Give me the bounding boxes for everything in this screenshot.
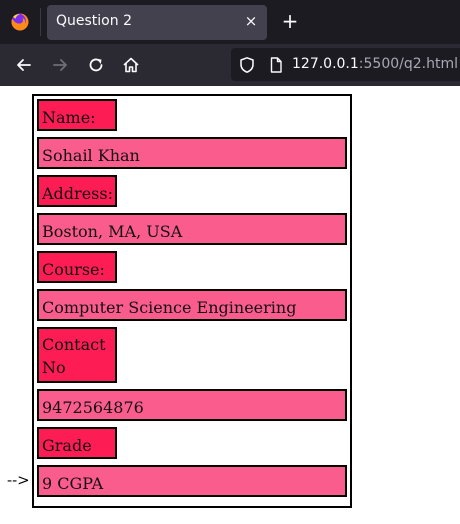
contact-label-line2: No <box>42 358 66 377</box>
back-arrow-icon[interactable] <box>14 55 34 75</box>
firefox-icon[interactable] <box>11 13 29 31</box>
student-info-form: Name: Sohail Khan Address: Boston, MA, U… <box>32 94 352 508</box>
grade-value: 9 CGPA <box>37 465 347 497</box>
url-path: :5500/q2.html <box>358 56 458 72</box>
page-icon[interactable] <box>267 56 285 74</box>
contact-label-line1: Contact <box>42 335 106 354</box>
tab-question-2[interactable]: Question 2 × <box>47 5 267 40</box>
name-value: Sohail Khan <box>37 137 347 169</box>
address-label: Address: <box>37 175 117 207</box>
grade-label: Grade <box>37 427 117 459</box>
contact-label: Contact No <box>37 327 117 383</box>
contact-value: 9472564876 <box>37 389 347 421</box>
url-text[interactable]: 127.0.0.1:5500/q2.html <box>292 56 458 72</box>
close-tab-icon[interactable]: × <box>244 11 258 31</box>
tab-bar: Question 2 × + <box>0 0 460 44</box>
url-host: 127.0.0.1 <box>292 56 359 72</box>
address-value: Boston, MA, USA <box>37 213 347 245</box>
course-label: Course: <box>37 251 117 283</box>
pointer-arrow: --> <box>7 471 30 489</box>
home-icon[interactable] <box>121 55 141 75</box>
forward-arrow-icon[interactable] <box>50 55 70 75</box>
tab-separator <box>40 8 41 36</box>
reload-icon[interactable] <box>86 55 106 75</box>
new-tab-button[interactable]: + <box>280 10 300 32</box>
shield-icon[interactable] <box>238 56 256 74</box>
name-label: Name: <box>37 99 117 131</box>
page-content: Name: Sohail Khan Address: Boston, MA, U… <box>0 86 460 524</box>
url-bar[interactable]: 127.0.0.1:5500/q2.html <box>231 48 460 81</box>
course-value: Computer Science Engineering <box>37 289 347 321</box>
tab-title: Question 2 <box>56 13 132 29</box>
